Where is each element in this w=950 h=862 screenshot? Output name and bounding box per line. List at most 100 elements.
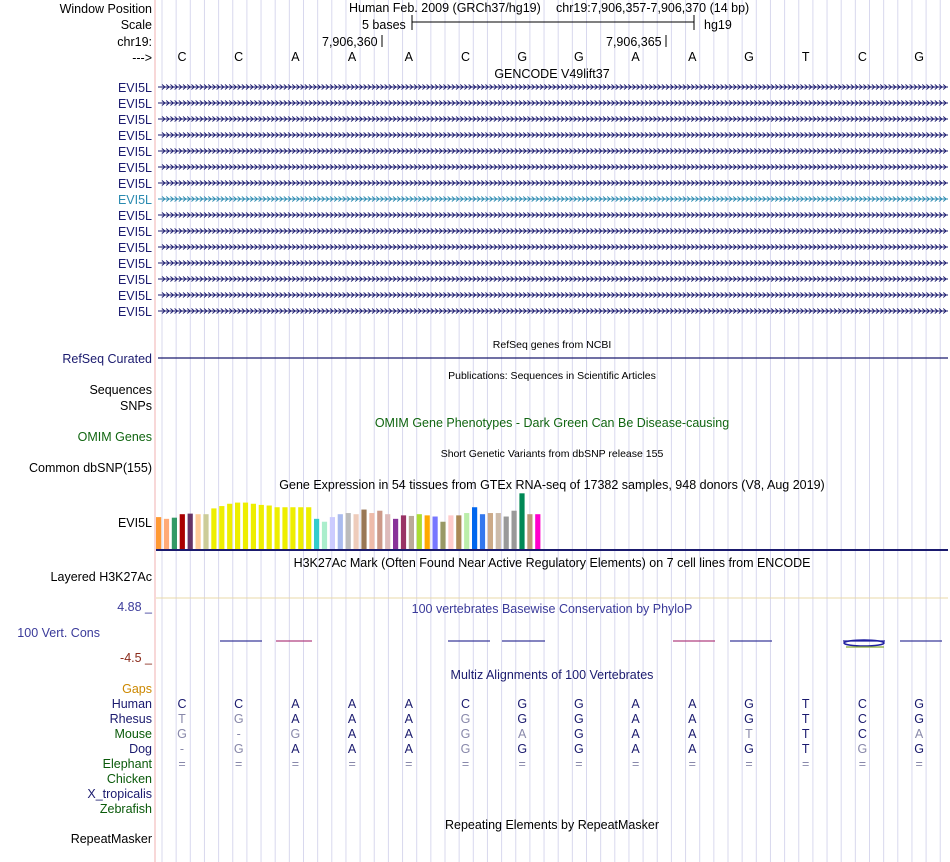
omim-track-label[interactable]: OMIM Genes xyxy=(78,430,152,444)
snps-track-label[interactable]: SNPs xyxy=(120,399,152,413)
gencode-transcript[interactable] xyxy=(158,116,948,122)
gtex-tissue-bar[interactable] xyxy=(314,518,320,549)
gencode-transcript[interactable] xyxy=(158,100,948,106)
gtex-tissue-bar[interactable] xyxy=(250,503,256,549)
gtex-tissue-bar[interactable] xyxy=(369,513,375,549)
gencode-transcript-label[interactable]: EVI5L xyxy=(118,273,152,287)
dbsnp-track-label[interactable]: Common dbSNP(155) xyxy=(29,461,152,475)
h3k27ac-track-label[interactable]: Layered H3K27Ac xyxy=(51,570,152,584)
gencode-transcript[interactable] xyxy=(158,84,948,90)
gtex-tissue-bar[interactable] xyxy=(535,514,541,549)
gtex-tissue-bar[interactable] xyxy=(282,507,288,549)
gencode-transcript-label[interactable]: EVI5L xyxy=(118,257,152,271)
gtex-tissue-bar[interactable] xyxy=(329,517,335,549)
repeats-track-label[interactable]: RepeatMasker xyxy=(71,832,152,846)
gtex-tissue-bar[interactable] xyxy=(187,513,193,549)
gtex-tissue-bar[interactable] xyxy=(274,507,280,549)
gencode-transcript[interactable] xyxy=(158,308,948,314)
gtex-tissue-bar[interactable] xyxy=(400,515,407,549)
gencode-transcript[interactable] xyxy=(158,196,948,202)
gencode-transcript[interactable] xyxy=(158,212,948,218)
gencode-transcript-label[interactable]: EVI5L xyxy=(118,305,152,319)
gencode-transcript-label[interactable]: EVI5L xyxy=(118,193,152,207)
gencode-transcript-label[interactable]: EVI5L xyxy=(118,241,152,255)
species-label[interactable]: X_tropicalis xyxy=(87,787,152,801)
gencode-transcript[interactable] xyxy=(158,148,948,154)
gtex-tissue-bar[interactable] xyxy=(495,513,501,549)
cons-track-label[interactable]: 100 Vert. Cons xyxy=(17,626,100,640)
species-label[interactable]: Mouse xyxy=(114,727,152,741)
conservation-wiggle[interactable] xyxy=(220,639,942,648)
genome-browser-track-image[interactable]: Window Position Human Feb. 2009 (GRCh37/… xyxy=(0,0,950,862)
species-label[interactable]: Rhesus xyxy=(110,712,152,726)
gtex-tissue-bar[interactable] xyxy=(479,514,486,549)
gtex-expression-bars[interactable] xyxy=(156,493,541,550)
pubs-track-label[interactable]: Sequences xyxy=(89,383,152,397)
gencode-transcript-label[interactable]: EVI5L xyxy=(118,177,152,191)
gencode-transcript[interactable] xyxy=(158,244,948,250)
gtex-tissue-bar[interactable] xyxy=(298,507,304,549)
gencode-transcript-label[interactable]: EVI5L xyxy=(118,289,152,303)
species-label[interactable]: Human xyxy=(112,697,152,711)
gencode-transcript[interactable] xyxy=(158,276,948,282)
gtex-tissue-bar[interactable] xyxy=(266,505,272,550)
gtex-tissue-bar[interactable] xyxy=(408,515,414,549)
species-label[interactable]: Elephant xyxy=(103,757,153,771)
species-label[interactable]: Chicken xyxy=(107,772,152,786)
gencode-transcript-label[interactable]: EVI5L xyxy=(118,145,152,159)
gtex-tissue-bar[interactable] xyxy=(432,516,438,549)
gtex-tissue-bar[interactable] xyxy=(156,517,162,549)
gtex-tissue-bar[interactable] xyxy=(424,515,430,549)
gtex-tissue-bar[interactable] xyxy=(353,514,359,549)
gtex-tissue-bar[interactable] xyxy=(361,509,367,549)
gencode-transcript[interactable] xyxy=(158,180,948,186)
gtex-tissue-bar[interactable] xyxy=(377,510,383,549)
gtex-tissue-bar[interactable] xyxy=(385,514,391,549)
gtex-track-label[interactable]: EVI5L xyxy=(118,516,152,530)
gtex-tissue-bar[interactable] xyxy=(163,518,170,549)
gencode-transcript-label[interactable]: EVI5L xyxy=(118,97,152,111)
species-label[interactable]: Dog xyxy=(129,742,152,756)
gencode-transcript-label[interactable]: EVI5L xyxy=(118,129,152,143)
gtex-tissue-bar[interactable] xyxy=(227,503,233,549)
gencode-transcript-label[interactable]: EVI5L xyxy=(118,209,152,223)
gtex-tissue-bar[interactable] xyxy=(235,502,241,549)
gtex-tissue-bar[interactable] xyxy=(440,521,446,549)
gtex-tissue-bar[interactable] xyxy=(337,514,343,549)
gtex-tissue-bar[interactable] xyxy=(219,506,225,549)
gtex-tissue-bar[interactable] xyxy=(448,515,454,549)
gtex-tissue-bar[interactable] xyxy=(242,502,249,549)
gtex-tissue-bar[interactable] xyxy=(195,514,201,549)
gencode-track[interactable]: EVI5L EVI5L EVI5L EVI5L EVI5L EVI5L EVI5L EVI5L… xyxy=(118,81,948,319)
gtex-tissue-bar[interactable] xyxy=(290,507,296,549)
gencode-transcript[interactable] xyxy=(158,164,948,170)
gtex-tissue-bar[interactable] xyxy=(527,514,533,549)
gaps-label[interactable]: Gaps xyxy=(122,682,152,696)
gencode-transcript-label[interactable]: EVI5L xyxy=(118,161,152,175)
gencode-transcript-label[interactable]: EVI5L xyxy=(118,81,152,95)
gencode-transcript[interactable] xyxy=(158,228,948,234)
gtex-tissue-bar[interactable] xyxy=(171,517,177,549)
refseq-track-label[interactable]: RefSeq Curated xyxy=(62,352,152,366)
gtex-tissue-bar[interactable] xyxy=(511,510,517,549)
gtex-tissue-bar[interactable] xyxy=(487,513,493,549)
gencode-transcript-label[interactable]: EVI5L xyxy=(118,113,152,127)
gtex-tissue-bar[interactable] xyxy=(416,514,422,549)
gencode-transcript[interactable] xyxy=(158,260,948,266)
gtex-tissue-bar[interactable] xyxy=(464,513,470,549)
gtex-tissue-bar[interactable] xyxy=(321,521,328,549)
gtex-tissue-bar[interactable] xyxy=(258,504,264,549)
gencode-transcript[interactable] xyxy=(158,292,948,298)
gtex-tissue-bar[interactable] xyxy=(179,514,185,549)
gtex-tissue-bar[interactable] xyxy=(306,507,312,549)
gtex-tissue-bar[interactable] xyxy=(519,493,525,549)
gencode-transcript-label[interactable]: EVI5L xyxy=(118,225,152,239)
species-label[interactable]: Zebrafish xyxy=(100,802,152,816)
gtex-tissue-bar[interactable] xyxy=(203,514,209,549)
gtex-tissue-bar[interactable] xyxy=(211,508,217,549)
gencode-transcript[interactable] xyxy=(158,132,948,138)
gtex-tissue-bar[interactable] xyxy=(472,507,478,549)
gtex-tissue-bar[interactable] xyxy=(456,515,462,549)
gtex-tissue-bar[interactable] xyxy=(503,516,509,549)
gtex-tissue-bar[interactable] xyxy=(345,513,351,549)
